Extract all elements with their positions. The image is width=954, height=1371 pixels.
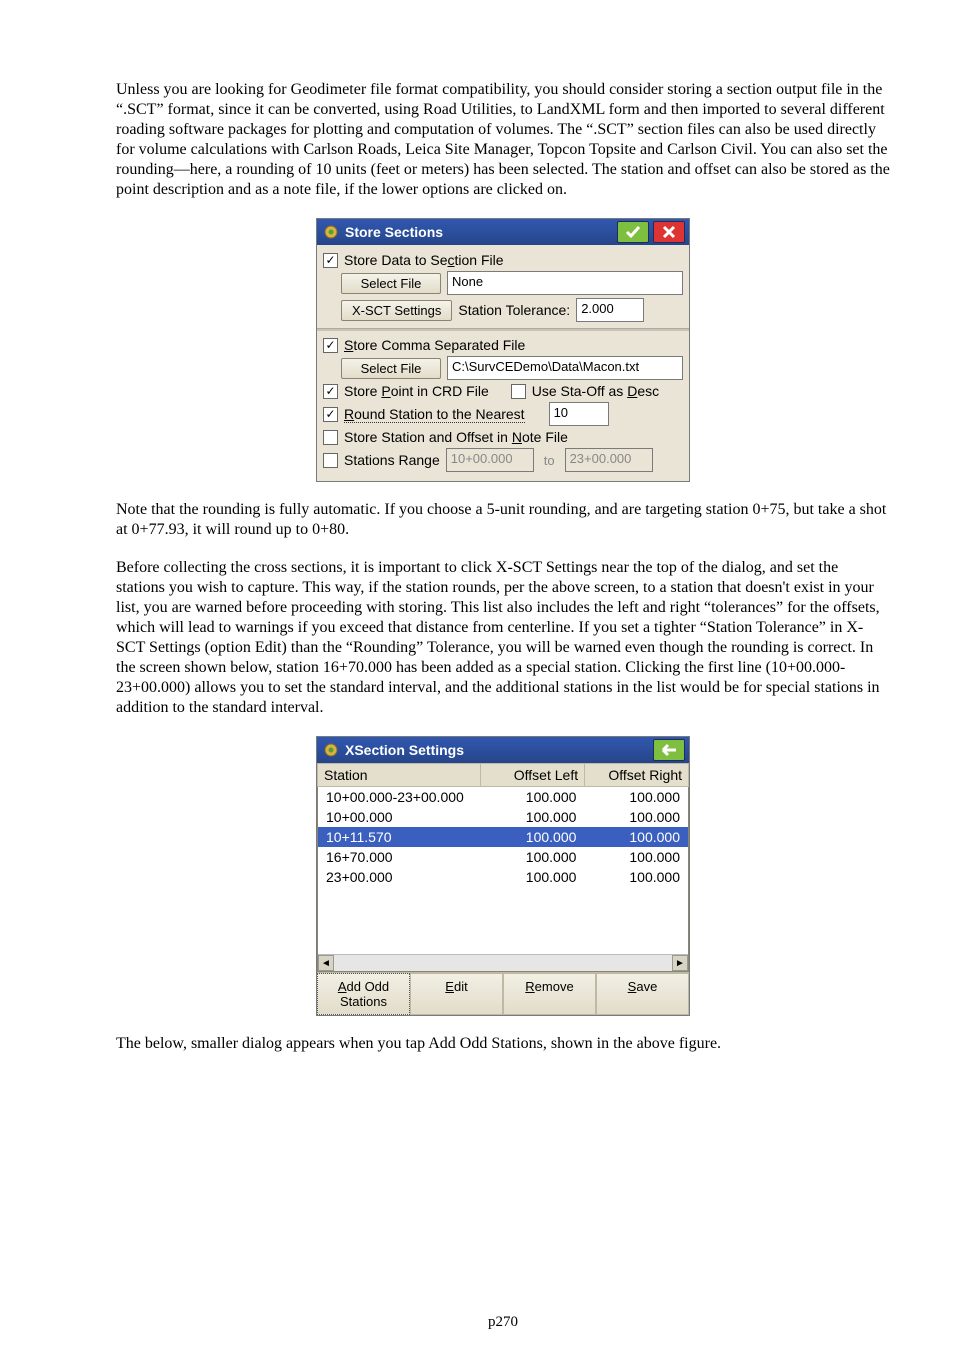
select-file-2-button[interactable]: Select File bbox=[341, 358, 441, 379]
use-sta-off-desc-checkbox[interactable] bbox=[511, 384, 526, 399]
stations-list[interactable]: 10+00.000-23+00.000100.000100.00010+00.0… bbox=[317, 787, 689, 972]
col-station[interactable]: Station bbox=[318, 764, 481, 787]
round-station-label: Round Station to the Nearest bbox=[344, 406, 525, 423]
section-file-path[interactable]: None bbox=[447, 271, 683, 295]
xsct-settings-button[interactable]: X-SCT Settings bbox=[341, 300, 452, 321]
dialog-titlebar[interactable]: Store Sections bbox=[317, 219, 689, 245]
col-offset-left[interactable]: Offset Left bbox=[481, 764, 585, 787]
remove-button[interactable]: Remove bbox=[503, 973, 596, 1015]
store-point-crd-checkbox[interactable] bbox=[323, 384, 338, 399]
app-icon bbox=[323, 224, 339, 240]
scroll-left-icon[interactable]: ◄ bbox=[318, 955, 334, 971]
separator bbox=[317, 328, 689, 331]
table-row[interactable]: 16+70.000100.000100.000 bbox=[318, 847, 688, 867]
edit-button[interactable]: Edit bbox=[410, 973, 503, 1015]
dialog2-button-row: Add Odd Stations Edit Remove Save bbox=[317, 972, 689, 1015]
paragraph-4: The below, smaller dialog appears when y… bbox=[116, 1034, 890, 1054]
store-section-file-checkbox[interactable] bbox=[323, 253, 338, 268]
range-to-label: to bbox=[540, 451, 559, 470]
stations-range-checkbox[interactable] bbox=[323, 453, 338, 468]
store-point-crd-label: Store Point in CRD File bbox=[344, 383, 489, 399]
stations-table-body: 10+00.000-23+00.000100.000100.00010+00.0… bbox=[318, 787, 688, 887]
use-sta-off-desc-label: Use Sta-Off as Desc bbox=[532, 383, 659, 399]
store-note-file-checkbox[interactable] bbox=[323, 430, 338, 445]
scroll-right-icon[interactable]: ► bbox=[672, 955, 688, 971]
store-csv-label: Store Comma Separated File bbox=[344, 337, 525, 353]
table-row[interactable]: 10+11.570100.000100.000 bbox=[318, 827, 688, 847]
select-file-1-button[interactable]: Select File bbox=[341, 273, 441, 294]
store-section-file-label: Store Data to Section File bbox=[344, 252, 504, 268]
dialog-title: Store Sections bbox=[345, 224, 613, 240]
add-odd-stations-button[interactable]: Add Odd Stations bbox=[317, 973, 410, 1015]
dialog2-titlebar[interactable]: XSection Settings bbox=[317, 737, 689, 763]
paragraph-1: Unless you are looking for Geodimeter fi… bbox=[116, 80, 890, 200]
ok-button[interactable] bbox=[617, 221, 649, 243]
save-button[interactable]: Save bbox=[596, 973, 689, 1015]
table-row[interactable]: 23+00.000100.000100.000 bbox=[318, 867, 688, 887]
station-tolerance-label: Station Tolerance: bbox=[458, 302, 570, 318]
dialog2-title: XSection Settings bbox=[345, 742, 649, 758]
col-offset-right[interactable]: Offset Right bbox=[585, 764, 689, 787]
xsection-settings-dialog: XSection Settings Station Offset Left Of… bbox=[316, 736, 690, 1016]
round-value-input[interactable]: 10 bbox=[549, 402, 609, 426]
app-icon bbox=[323, 742, 339, 758]
paragraph-2: Note that the rounding is fully automati… bbox=[116, 500, 890, 540]
store-sections-dialog: Store Sections Store Data to Section Fil… bbox=[316, 218, 690, 482]
table-row[interactable]: 10+00.000100.000100.000 bbox=[318, 807, 688, 827]
store-note-file-label: Store Station and Offset in Note File bbox=[344, 429, 568, 445]
range-from-input: 10+00.000 bbox=[446, 448, 534, 472]
stations-range-label: Stations Range bbox=[344, 452, 440, 468]
round-station-checkbox[interactable] bbox=[323, 407, 338, 422]
close-button[interactable] bbox=[653, 221, 685, 243]
table-row[interactable]: 10+00.000-23+00.000100.000100.000 bbox=[318, 787, 688, 807]
station-tolerance-input[interactable]: 2.000 bbox=[576, 298, 644, 322]
range-to-input: 23+00.000 bbox=[565, 448, 653, 472]
store-csv-checkbox[interactable] bbox=[323, 338, 338, 353]
paragraph-3: Before collecting the cross sections, it… bbox=[116, 558, 890, 718]
stations-table-header: Station Offset Left Offset Right bbox=[317, 763, 689, 787]
horizontal-scrollbar[interactable]: ◄ ► bbox=[318, 954, 688, 971]
csv-file-path[interactable]: C:\SurvCEDemo\Data\Macon.txt bbox=[447, 356, 683, 380]
page-number: p270 bbox=[116, 1314, 890, 1331]
back-button[interactable] bbox=[653, 739, 685, 761]
